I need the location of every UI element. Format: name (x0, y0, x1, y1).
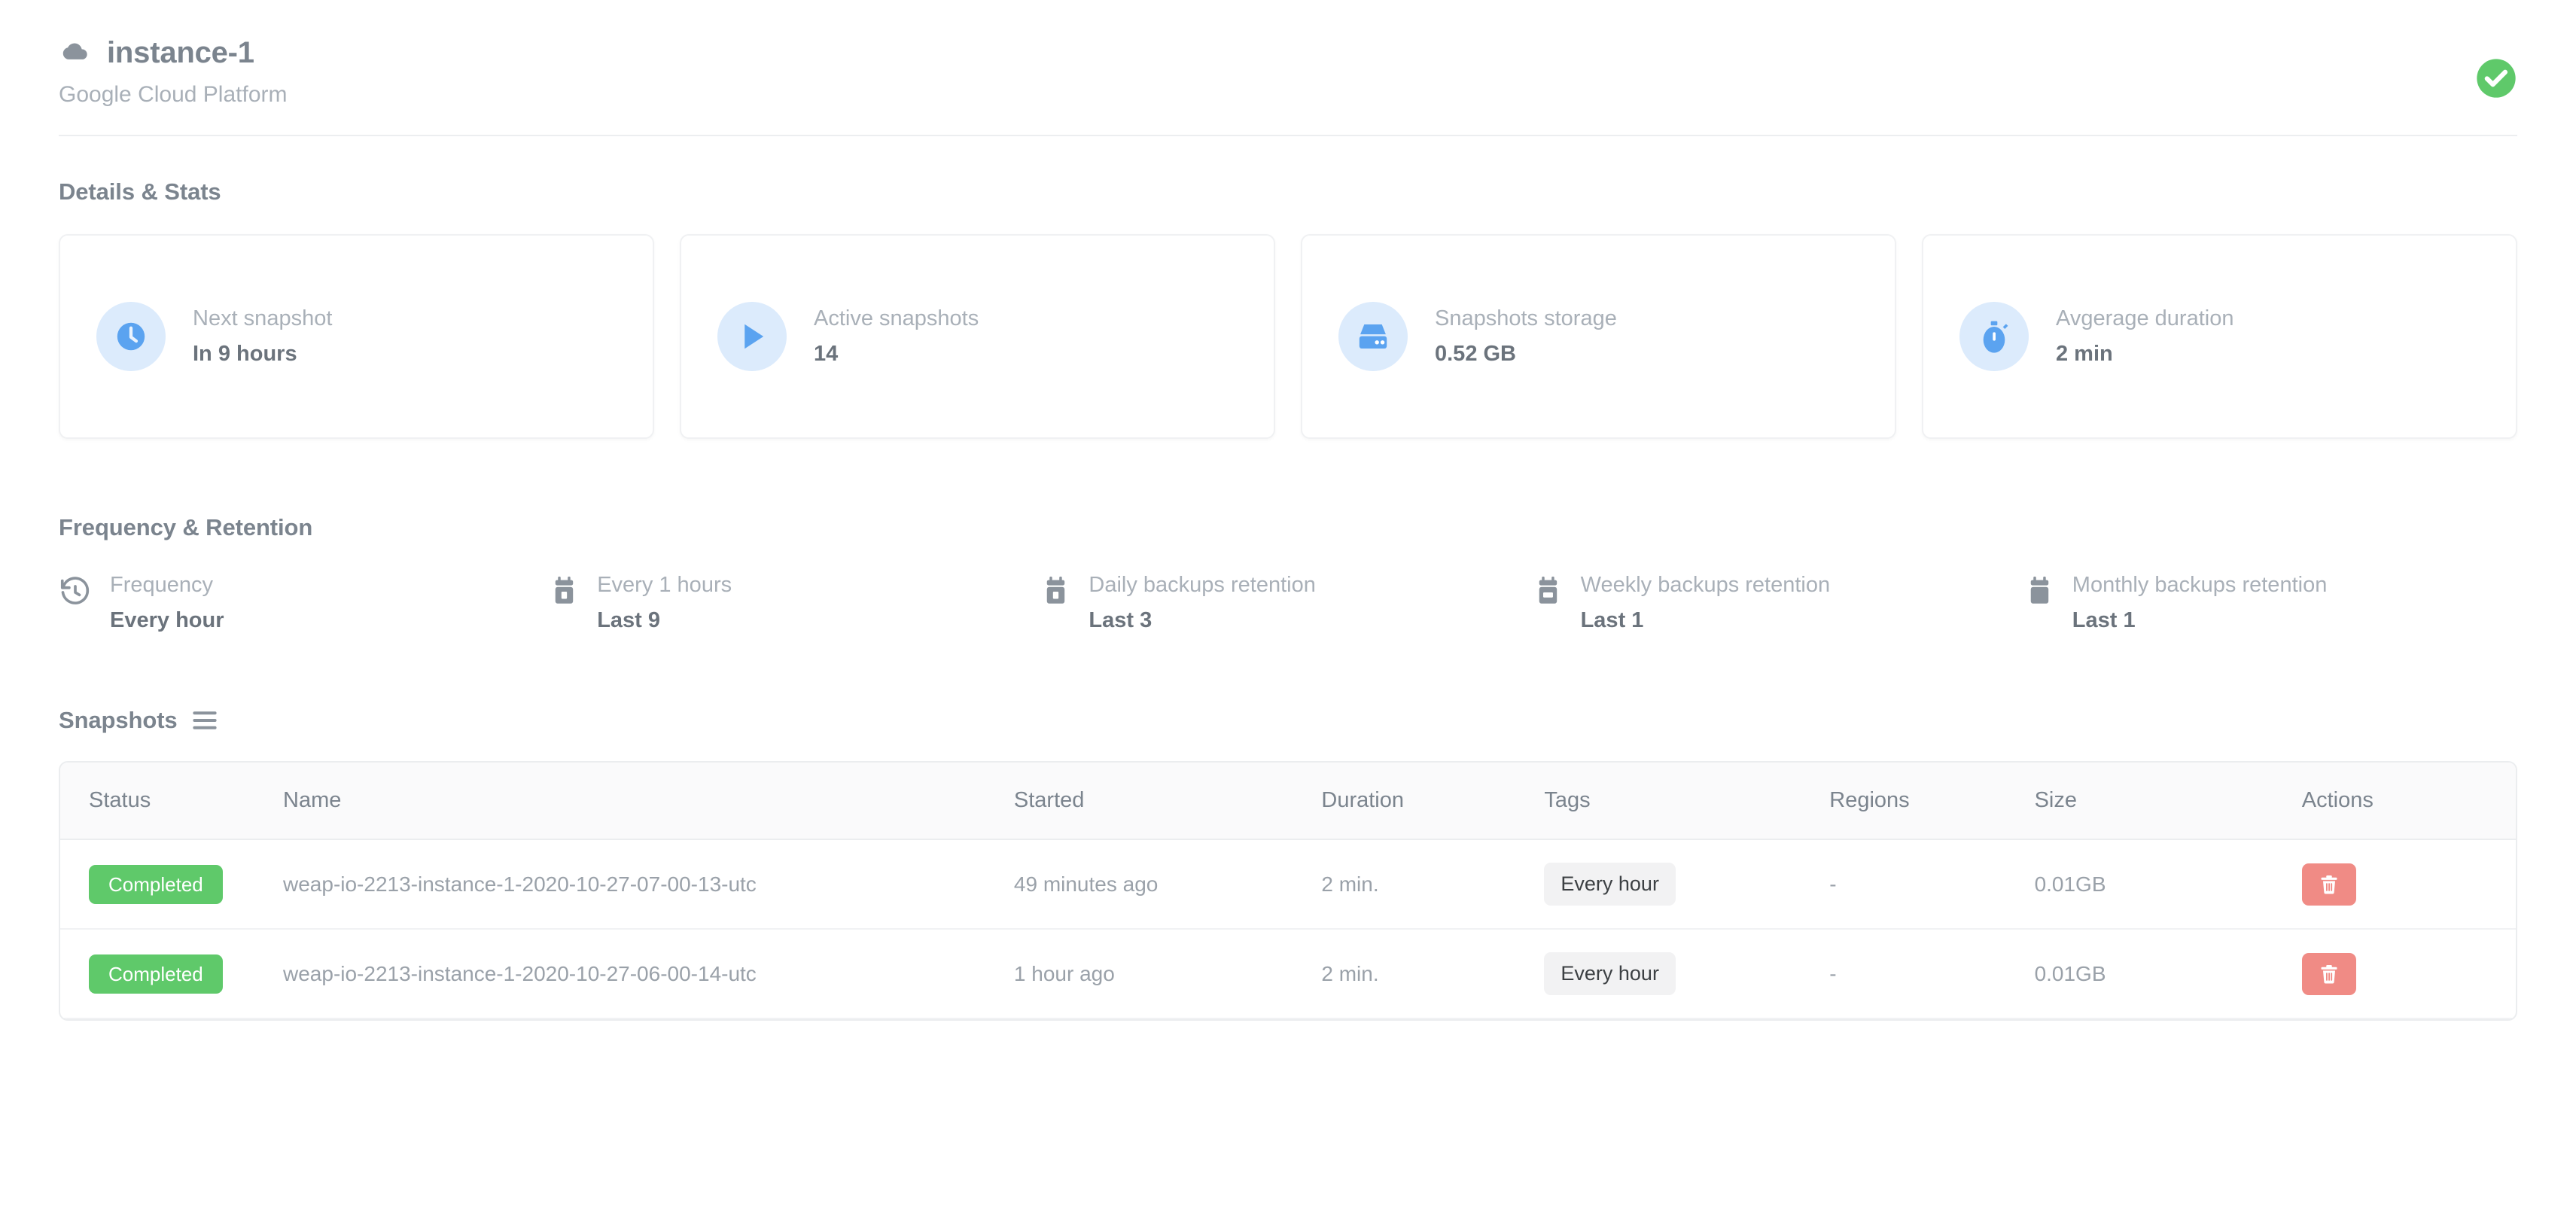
frequency-item-monthly-retention: Monthly backups retention Last 1 (2026, 573, 2517, 633)
trash-icon (2318, 963, 2340, 985)
details-stats-heading: Details & Stats (59, 178, 221, 205)
title-row: instance-1 (59, 36, 2517, 70)
cell-status: Completed (60, 839, 283, 930)
snapshots-table-container: Status Name Started Duration Tags Region… (59, 761, 2517, 1021)
page-title: instance-1 (107, 36, 254, 69)
frequency-item-value: Last 1 (2072, 608, 2136, 632)
cell-started: 49 minutes ago (1013, 839, 1322, 930)
instance-detail-page: instance-1 Google Cloud Platform Details… (0, 0, 2576, 1230)
cell-regions: - (1829, 929, 2035, 1019)
cell-tags: Every hour (1544, 839, 1830, 930)
frequency-item-weekly-retention: Weekly backups retention Last 1 (1534, 573, 2026, 633)
column-header-name[interactable]: Name (283, 763, 1014, 840)
stat-card-snapshots-storage: Snapshots storage 0.52 GB (1301, 234, 1896, 439)
column-header-started[interactable]: Started (1013, 763, 1322, 840)
trash-icon (2318, 873, 2340, 896)
cell-duration: 2 min. (1321, 929, 1545, 1019)
table-head: Status Name Started Duration Tags Region… (60, 763, 2516, 840)
column-header-duration[interactable]: Duration (1321, 763, 1545, 840)
clock-icon (96, 302, 166, 371)
stat-card-average-duration: Avgerage duration 2 min (1922, 234, 2517, 439)
cell-actions (2301, 929, 2516, 1019)
play-icon (717, 302, 787, 371)
snapshots-heading: Snapshots (59, 707, 178, 733)
stat-card-value: 14 (814, 342, 839, 366)
history-icon (59, 573, 92, 609)
stat-card-value: In 9 hours (193, 342, 297, 366)
calendar-icon (1534, 573, 1563, 607)
column-header-status[interactable]: Status (60, 763, 283, 840)
frequency-item-frequency: Frequency Every hour (59, 573, 550, 633)
column-header-size[interactable]: Size (2034, 763, 2302, 840)
cell-regions: - (1829, 839, 2035, 930)
stat-card-value: 2 min (2056, 342, 2113, 366)
calendar-icon (1042, 573, 1070, 607)
stopwatch-icon (1959, 302, 2029, 371)
frequency-item-every-1-hours: Every 1 hours Last 9 (550, 573, 1042, 633)
table-row[interactable]: Completed weap-io-2213-instance-1-2020-1… (60, 929, 2516, 1019)
cell-size: 0.01GB (2034, 929, 2302, 1019)
column-header-actions: Actions (2301, 763, 2516, 840)
stat-card-next-snapshot: Next snapshot In 9 hours (59, 234, 654, 439)
delete-snapshot-button[interactable] (2301, 863, 2356, 906)
page-header: instance-1 Google Cloud Platform (59, 0, 2517, 136)
cell-started: 1 hour ago (1013, 929, 1322, 1019)
frequency-retention-list: Frequency Every hour Every 1 hours Last … (59, 573, 2517, 633)
delete-snapshot-button[interactable] (2301, 952, 2356, 995)
tag-badge: Every hour (1544, 863, 1676, 906)
frequency-item-value: Last 9 (597, 608, 661, 632)
frequency-item-value: Every hour (110, 608, 224, 632)
status-badge: Completed (89, 864, 223, 904)
frequency-item-label: Every 1 hours (597, 573, 732, 597)
calendar-icon (550, 573, 579, 607)
cloud-icon (59, 38, 90, 69)
frequency-item-label: Weekly backups retention (1580, 573, 1831, 597)
check-circle-icon (2475, 57, 2517, 99)
tag-badge: Every hour (1544, 952, 1676, 995)
provider-subtitle: Google Cloud Platform (59, 82, 288, 107)
cell-actions (2301, 839, 2516, 930)
stat-card-label: Avgerage duration (2056, 306, 2234, 330)
column-header-tags[interactable]: Tags (1544, 763, 1830, 840)
table-body: Completed weap-io-2213-instance-1-2020-1… (60, 839, 2516, 1019)
cell-name[interactable]: weap-io-2213-instance-1-2020-10-27-07-00… (283, 839, 1014, 930)
snapshots-table: Status Name Started Duration Tags Region… (60, 763, 2516, 1019)
cell-size: 0.01GB (2034, 839, 2302, 930)
column-header-regions[interactable]: Regions (1829, 763, 2035, 840)
cell-duration: 2 min. (1321, 839, 1545, 930)
stat-card-value: 0.52 GB (1435, 342, 1516, 366)
stat-cards: Next snapshot In 9 hours Active snapshot… (59, 234, 2517, 439)
table-row[interactable]: Completed weap-io-2213-instance-1-2020-1… (60, 839, 2516, 930)
calendar-icon (2026, 573, 2054, 607)
frequency-item-value: Last 1 (1580, 608, 1644, 632)
frequency-item-label: Daily backups retention (1089, 573, 1316, 597)
cell-tags: Every hour (1544, 929, 1830, 1019)
stat-card-label: Next snapshot (193, 306, 333, 330)
snapshots-section-header: Snapshots (59, 707, 2517, 734)
frequency-retention-heading: Frequency & Retention (59, 514, 313, 540)
frequency-item-label: Frequency (110, 573, 214, 597)
cell-name[interactable]: weap-io-2213-instance-1-2020-10-27-06-00… (283, 929, 1014, 1019)
status-badge: Completed (89, 954, 223, 994)
frequency-item-daily-retention: Daily backups retention Last 3 (1042, 573, 1533, 633)
frequency-item-label: Monthly backups retention (2072, 573, 2328, 597)
hard-drive-icon (1338, 302, 1408, 371)
frequency-item-value: Last 3 (1089, 608, 1153, 632)
hamburger-icon[interactable] (192, 711, 217, 730)
stat-card-active-snapshots: Active snapshots 14 (680, 234, 1275, 439)
stat-card-label: Active snapshots (814, 306, 979, 330)
stat-card-label: Snapshots storage (1435, 306, 1617, 330)
cell-status: Completed (60, 929, 283, 1019)
table-header-row: Status Name Started Duration Tags Region… (60, 763, 2516, 840)
